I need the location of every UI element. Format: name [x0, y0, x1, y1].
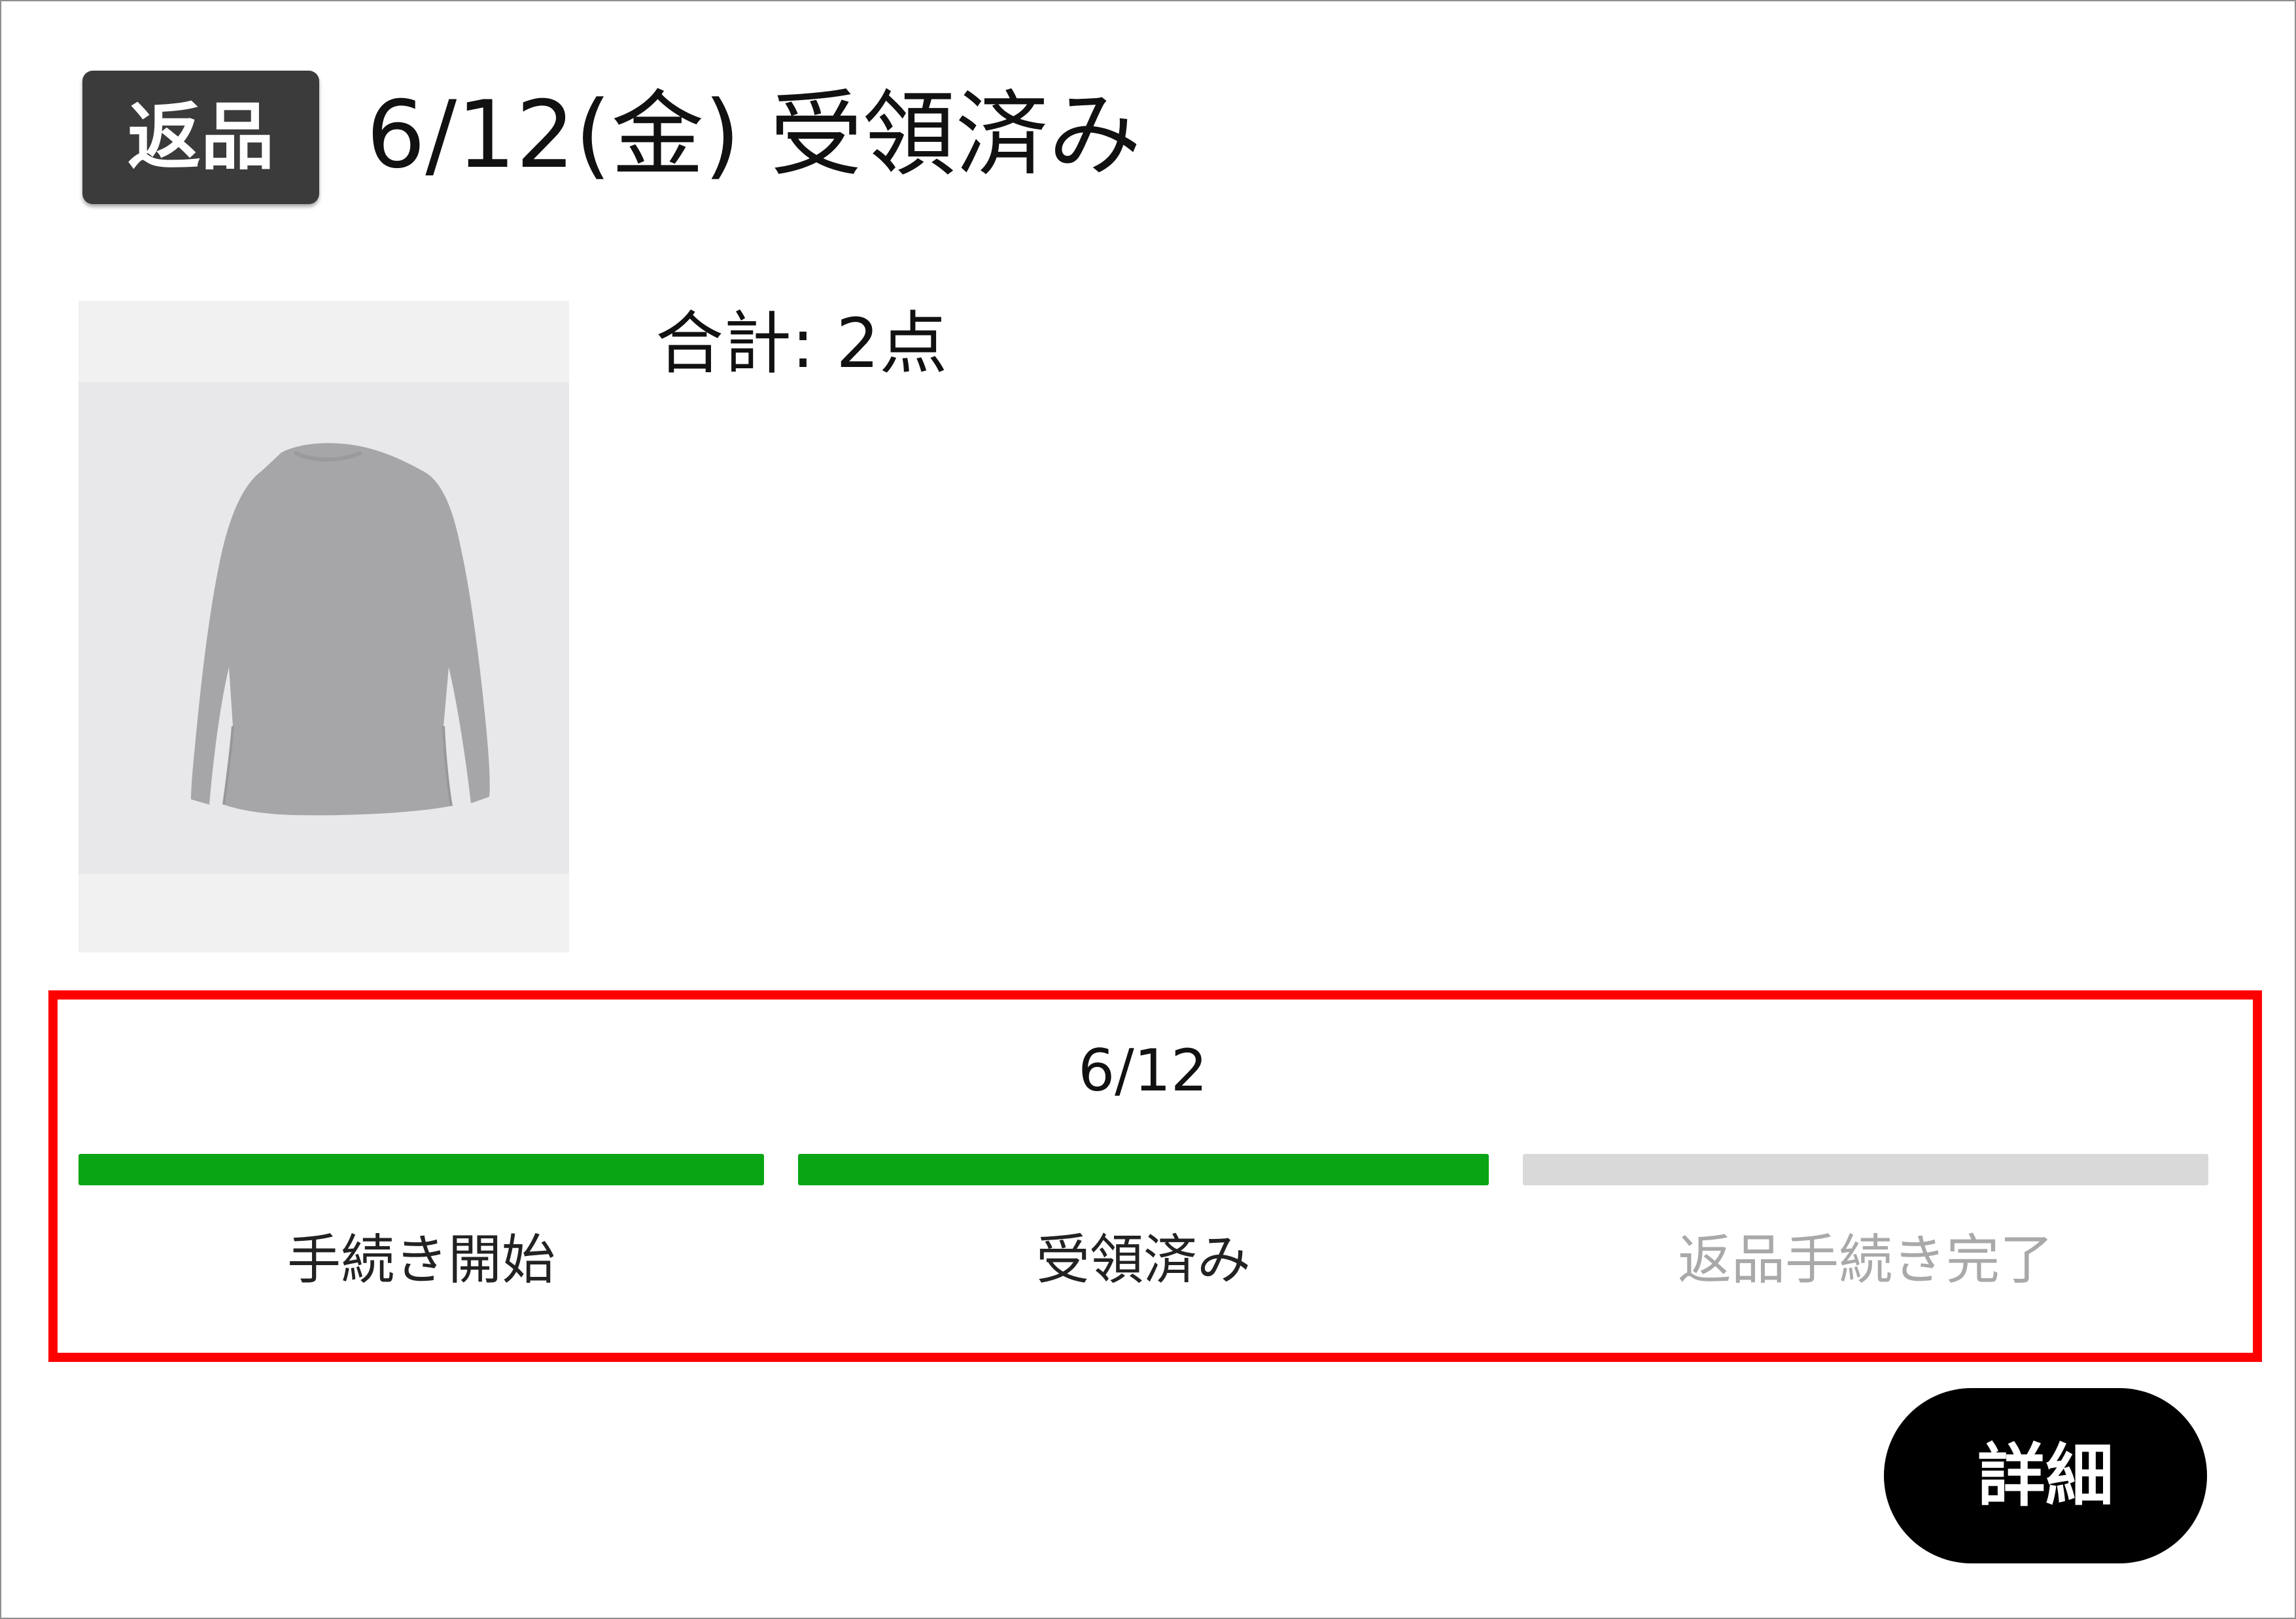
- step-label-start: 手続き開始: [287, 1229, 555, 1291]
- step-label-complete: 返品手続き完了: [1677, 1229, 2053, 1291]
- return-order-card: 返品 6/12(金) 受領済み 合計: 2点 6/12 手続き開始 受領済み 返…: [0, 0, 2296, 1619]
- progress-bar-step-3: [1523, 1154, 2208, 1185]
- progress-date: 6/12: [1078, 1037, 1208, 1104]
- product-thumbnail[interactable]: [78, 301, 569, 952]
- progress-bar-step-2: [798, 1154, 1489, 1185]
- progress-bar-step-1: [78, 1154, 764, 1185]
- item-total: 合計: 2点: [655, 304, 948, 383]
- step-label-received: 受領済み: [1035, 1229, 1251, 1291]
- detail-button[interactable]: 詳細: [1884, 1388, 2207, 1563]
- long-sleeve-shirt-icon: [191, 443, 490, 816]
- order-status-title: 6/12(金) 受領済み: [366, 81, 1141, 189]
- return-badge: 返品: [82, 71, 319, 204]
